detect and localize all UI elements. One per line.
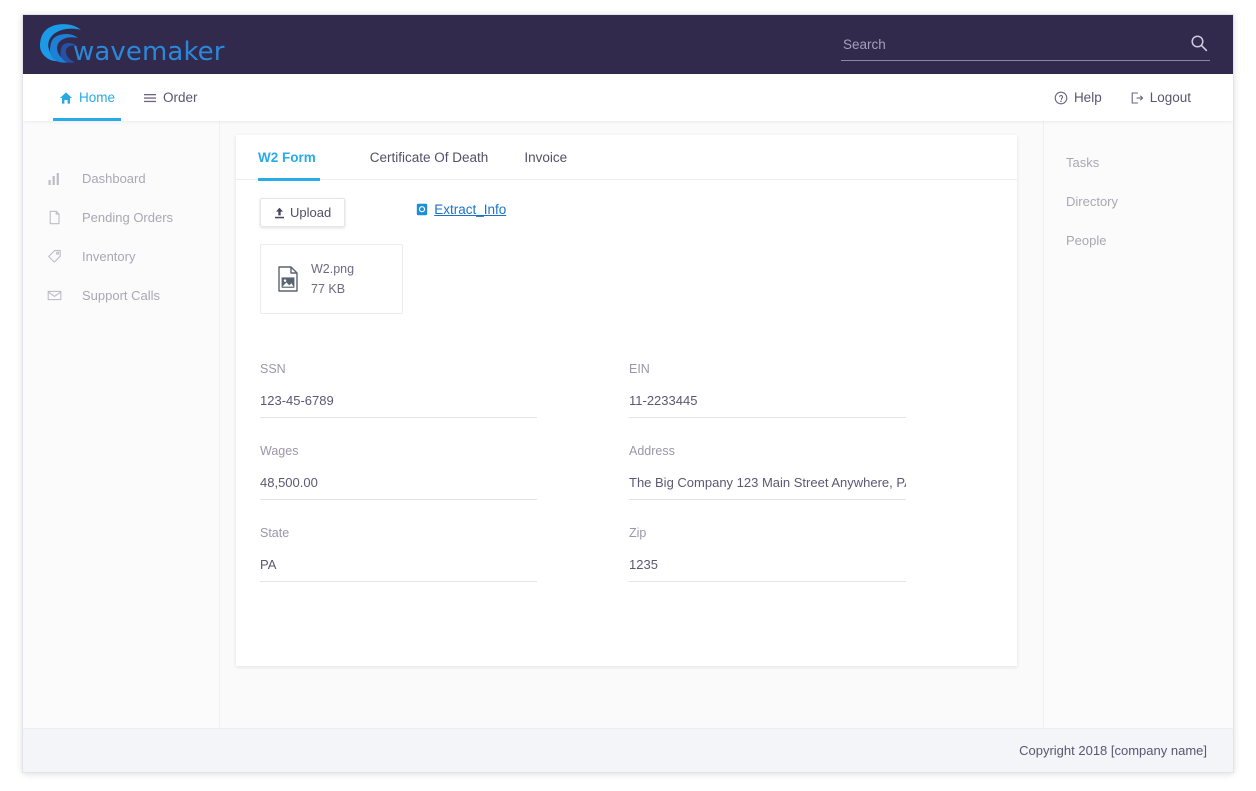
field-ssn-label: SSN — [260, 362, 537, 376]
field-state-label: State — [260, 526, 537, 540]
app-window: wavemaker Home — [23, 15, 1233, 772]
rail-item-directory-label: Directory — [1066, 194, 1118, 209]
upload-row: Upload Extract_Info — [260, 198, 993, 232]
w2-form-fields: SSN EIN Wages — [260, 362, 993, 608]
extract-document-icon — [416, 203, 428, 216]
center-column: W2 Form Certificate Of Death Invoice — [220, 121, 1043, 728]
rail-item-people-label: People — [1066, 233, 1106, 248]
brand-name: wavemaker — [73, 37, 225, 67]
field-ein-input[interactable] — [629, 393, 906, 418]
field-address-input[interactable] — [629, 475, 906, 500]
nav-item-home-label: Home — [79, 90, 115, 105]
field-zip-input[interactable] — [629, 557, 906, 582]
right-sidebar: Tasks Directory People — [1043, 121, 1233, 728]
navbar-left-group: Home Order — [23, 74, 212, 121]
field-ssn-input[interactable] — [260, 393, 537, 418]
nav-item-order[interactable]: Order — [129, 74, 212, 121]
nav-item-help-label: Help — [1074, 90, 1102, 105]
sidebar-item-support-calls-label: Support Calls — [82, 288, 160, 303]
tag-icon — [47, 249, 62, 264]
nav-item-home[interactable]: Home — [45, 74, 129, 121]
search-input[interactable] — [841, 31, 1210, 58]
sidebar-item-inventory-label: Inventory — [82, 249, 135, 264]
sidebar-item-pending-orders[interactable]: Pending Orders — [23, 198, 219, 237]
tab-certificate-of-death-label: Certificate Of Death — [370, 150, 489, 165]
card-content: Upload Extract_Info — [236, 180, 1017, 608]
page-body: Dashboard Pending Orders — [23, 121, 1233, 728]
tab-w2-form-label: W2 Form — [258, 150, 316, 165]
field-wages-label: Wages — [260, 444, 537, 458]
field-wages-input[interactable] — [260, 475, 537, 500]
field-ein-label: EIN — [629, 362, 906, 376]
extract-info-link-label: Extract_Info — [434, 202, 506, 217]
field-address-label: Address — [629, 444, 906, 458]
nav-item-logout-label: Logout — [1150, 90, 1191, 105]
grid-gap — [537, 444, 629, 526]
uploaded-file-meta: W2.png 77 KB — [311, 262, 354, 296]
bar-chart-icon — [47, 171, 62, 186]
grid-gap — [537, 362, 629, 444]
home-icon — [59, 91, 73, 105]
field-zip: Zip — [629, 526, 906, 582]
tab-certificate-of-death[interactable]: Certificate Of Death — [352, 135, 507, 180]
copyright-text: Copyright 2018 [company name] — [1019, 743, 1207, 758]
field-ein: EIN — [629, 362, 906, 418]
nav-item-help[interactable]: Help — [1040, 74, 1116, 121]
field-wages: Wages — [260, 444, 537, 500]
main-navbar: Home Order — [23, 74, 1233, 121]
field-zip-label: Zip — [629, 526, 906, 540]
document-card: W2 Form Certificate Of Death Invoice — [236, 135, 1017, 666]
field-state: State — [260, 526, 537, 582]
tab-invoice[interactable]: Invoice — [506, 135, 585, 180]
logout-icon — [1130, 91, 1144, 105]
app-footer: Copyright 2018 [company name] — [23, 728, 1233, 772]
grid-gap — [537, 526, 629, 608]
uploaded-file-size: 77 KB — [311, 282, 354, 296]
help-circle-icon — [1054, 91, 1068, 105]
upload-icon — [274, 207, 285, 219]
brand[interactable]: wavemaker — [37, 19, 225, 71]
sidebar-item-support-calls[interactable]: Support Calls — [23, 276, 219, 315]
upload-button-label: Upload — [290, 205, 331, 220]
field-state-input[interactable] — [260, 557, 537, 582]
sidebar-item-dashboard[interactable]: Dashboard — [23, 159, 219, 198]
envelope-icon — [47, 288, 62, 303]
sidebar-item-pending-orders-label: Pending Orders — [82, 210, 173, 225]
nav-item-order-label: Order — [163, 90, 198, 105]
search-icon[interactable] — [1190, 34, 1208, 52]
list-icon — [143, 91, 157, 105]
tab-w2-form[interactable]: W2 Form — [258, 135, 334, 180]
field-ssn: SSN — [260, 362, 537, 418]
sidebar-item-inventory[interactable]: Inventory — [23, 237, 219, 276]
left-sidebar: Dashboard Pending Orders — [23, 121, 220, 728]
rail-item-tasks[interactable]: Tasks — [1044, 143, 1233, 182]
rail-item-people[interactable]: People — [1044, 221, 1233, 260]
nav-item-logout[interactable]: Logout — [1116, 74, 1205, 121]
upload-button[interactable]: Upload — [260, 198, 345, 227]
navbar-right-group: Help Logout — [1040, 74, 1233, 121]
document-icon — [47, 210, 62, 225]
image-file-icon — [277, 266, 299, 292]
tab-invoice-label: Invoice — [524, 150, 567, 165]
rail-item-directory[interactable]: Directory — [1044, 182, 1233, 221]
search-box[interactable] — [841, 31, 1210, 61]
app-header: wavemaker — [23, 15, 1233, 74]
extract-info-link[interactable]: Extract_Info — [416, 202, 506, 217]
sidebar-item-dashboard-label: Dashboard — [82, 171, 146, 186]
rail-item-tasks-label: Tasks — [1066, 155, 1099, 170]
document-tabs: W2 Form Certificate Of Death Invoice — [236, 135, 1017, 180]
field-address: Address — [629, 444, 906, 500]
uploaded-file-card[interactable]: W2.png 77 KB — [260, 244, 403, 314]
uploaded-file-name: W2.png — [311, 262, 354, 276]
